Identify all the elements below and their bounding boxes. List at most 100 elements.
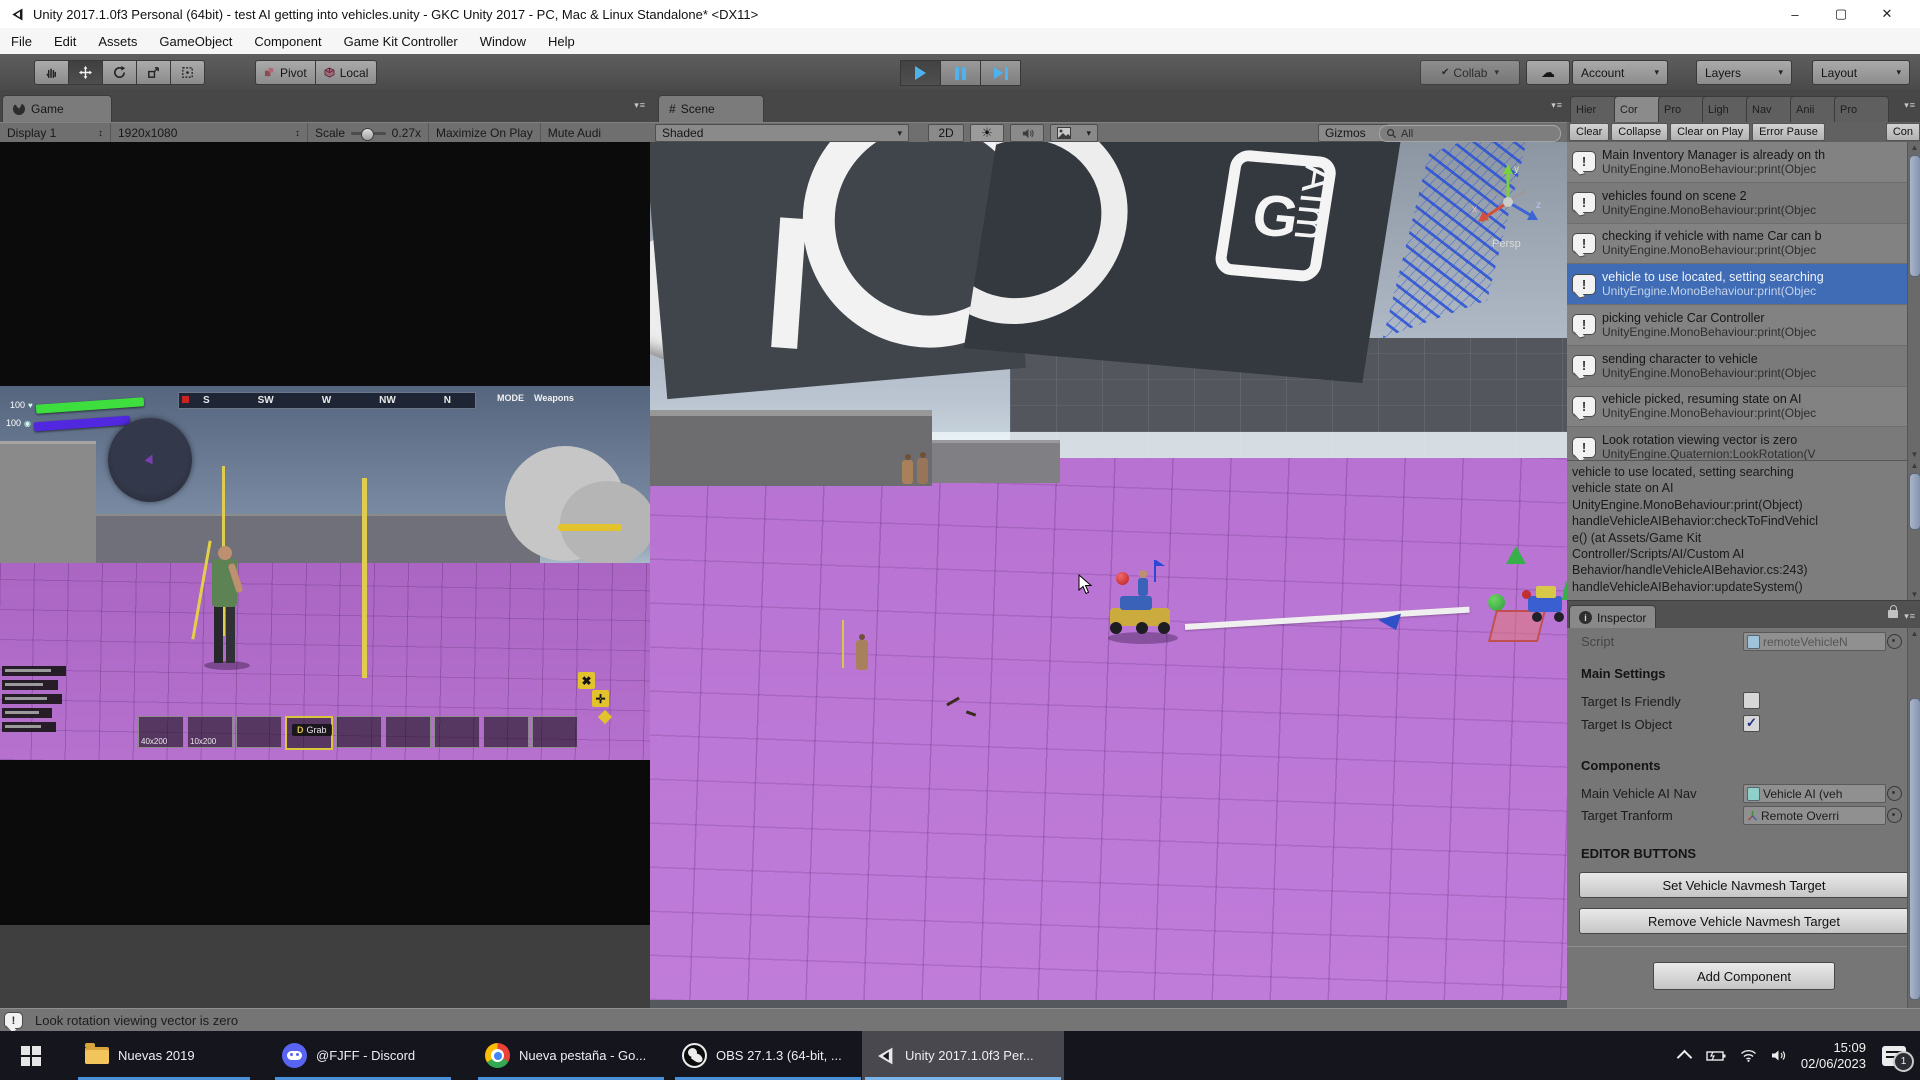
scene-orientation-gizmo[interactable]: y x z [1470, 160, 1546, 240]
clear-on-play-button[interactable]: Clear on Play [1670, 123, 1750, 141]
console-log-row[interactable]: ! vehicle picked, resuming state on AIUn… [1567, 387, 1907, 428]
wifi-icon[interactable] [1740, 1049, 1757, 1062]
detail-scrollbar[interactable]: ▲ ▼ [1907, 460, 1920, 600]
set-vehicle-navmesh-target-button[interactable]: Set Vehicle Navmesh Target [1579, 872, 1909, 898]
collapse-button[interactable]: Collapse [1611, 123, 1668, 141]
connected-player-button[interactable]: Con [1886, 123, 1920, 141]
account-dropdown[interactable]: Account ▾ [1572, 60, 1668, 85]
taskbar-item-explorer[interactable]: Nuevas 2019 [75, 1031, 253, 1080]
rotate-tool-button[interactable] [102, 60, 136, 85]
scroll-down-icon[interactable]: ▼ [1908, 589, 1920, 600]
menu-window[interactable]: Window [469, 28, 537, 54]
error-pause-button[interactable]: Error Pause [1752, 123, 1825, 141]
taskbar-item-obs[interactable]: OBS 27.1.3 (64-bit, ... [672, 1031, 864, 1080]
maximize-button[interactable]: ▢ [1818, 0, 1864, 28]
scroll-up-icon[interactable]: ▲ [1908, 628, 1920, 639]
inspector-scrollbar[interactable]: ▲ [1907, 628, 1920, 1008]
play-button[interactable] [900, 60, 940, 86]
clear-button[interactable]: Clear [1569, 123, 1609, 141]
remove-vehicle-navmesh-target-button[interactable]: Remove Vehicle Navmesh Target [1579, 908, 1909, 934]
collab-dropdown[interactable]: ✔ Collab ▾ [1420, 60, 1520, 85]
move-tool-button[interactable] [68, 60, 102, 85]
status-bar[interactable]: ! Look rotation viewing vector is zero [0, 1008, 1920, 1032]
tab-inspector[interactable]: i Inspector [1569, 605, 1656, 629]
draw-mode-dropdown[interactable]: Shaded ▾ [655, 124, 909, 142]
inspector-scroll-thumb[interactable] [1909, 698, 1920, 1000]
rect-tool-button[interactable] [170, 60, 205, 85]
console-log-row[interactable]: ! Look rotation viewing vector is zeroUn… [1567, 427, 1907, 460]
console-log-row[interactable]: ! Main Inventory Manager is already on t… [1567, 142, 1907, 183]
start-button[interactable] [0, 1031, 62, 1080]
inspector-menu-icon[interactable]: ▾≡ [1904, 611, 1916, 622]
effects-dropdown[interactable]: ▾ [1050, 124, 1098, 142]
target-friendly-checkbox[interactable] [1743, 692, 1760, 709]
add-component-button[interactable]: Add Component [1653, 962, 1835, 990]
console-log-row-selected[interactable]: ! vehicle to use located, setting search… [1567, 264, 1907, 305]
console-log-row[interactable]: ! picking vehicle Car ControllerUnityEng… [1567, 305, 1907, 346]
maximize-on-play-toggle[interactable]: Maximize On Play [429, 123, 541, 143]
pause-button[interactable] [940, 60, 980, 86]
scale-slider[interactable] [351, 132, 386, 135]
local-toggle-button[interactable]: Local [315, 60, 378, 85]
taskbar-item-chrome[interactable]: Nueva pestaña - Go... [475, 1031, 667, 1080]
menu-gameobject[interactable]: GameObject [148, 28, 243, 54]
menu-game-kit-controller[interactable]: Game Kit Controller [333, 28, 469, 54]
console-log-row[interactable]: ! sending character to vehicleUnityEngin… [1567, 346, 1907, 387]
object-picker-icon[interactable] [1887, 808, 1902, 823]
taskbar-item-unity[interactable]: Unity 2017.1.0f3 Per... [862, 1031, 1064, 1080]
hand-tool-button[interactable] [34, 60, 68, 85]
battery-icon[interactable] [1706, 1050, 1726, 1062]
step-button[interactable] [980, 60, 1021, 86]
console-scroll-thumb[interactable] [1909, 155, 1920, 277]
minimize-button[interactable]: – [1772, 0, 1818, 28]
script-field[interactable]: remoteVehicleN [1743, 632, 1886, 651]
close-button[interactable]: ✕ [1864, 0, 1910, 28]
scroll-up-icon[interactable]: ▲ [1908, 460, 1920, 471]
scroll-down-icon[interactable]: ▼ [1908, 449, 1920, 460]
console-scrollbar[interactable]: ▲ ▼ [1907, 142, 1920, 460]
scene-search-field[interactable]: All [1379, 125, 1561, 142]
lock-icon[interactable] [1888, 610, 1898, 618]
pivot-toggle-button[interactable]: Pivot [255, 60, 315, 85]
console-panel-menu-icon[interactable]: ▾≡ [1904, 100, 1916, 111]
layers-dropdown[interactable]: Layers ▾ [1696, 60, 1792, 85]
mute-audio-toggle[interactable]: Mute Audi [541, 123, 608, 143]
object-picker-icon[interactable] [1887, 786, 1902, 801]
object-picker-icon[interactable] [1887, 634, 1902, 649]
scale-slider-knob[interactable] [361, 128, 374, 141]
speaker-tray-icon[interactable] [1771, 1049, 1787, 1062]
cloud-services-button[interactable]: ☁ [1526, 60, 1570, 85]
scroll-up-icon[interactable]: ▲ [1908, 142, 1920, 153]
action-center-icon[interactable]: 1 [1882, 1046, 1906, 1066]
display-selector[interactable]: Display 1 ↕ [0, 123, 111, 143]
scene-viewport[interactable]: G Aim [650, 142, 1567, 1008]
2d-toggle[interactable]: 2D [928, 124, 964, 142]
console-log-row[interactable]: ! checking if vehicle with name Car can … [1567, 224, 1907, 265]
game-viewport[interactable]: 100 ♥ 100 ◉ S SW W NW N MODE Weapons [0, 142, 650, 925]
menu-component[interactable]: Component [243, 28, 332, 54]
clock[interactable]: 15:09 02/06/2023 [1801, 1040, 1866, 1072]
gizmos-dropdown[interactable]: Gizmos ▾ [1318, 124, 1388, 142]
audio-toggle[interactable] [1010, 124, 1044, 142]
menu-edit[interactable]: Edit [43, 28, 87, 54]
menu-file[interactable]: File [0, 28, 43, 54]
resolution-selector[interactable]: 1920x1080 ↕ [111, 123, 308, 143]
menu-help[interactable]: Help [537, 28, 586, 54]
vehicle-ai-nav-field[interactable]: Vehicle AI (veh [1743, 784, 1886, 803]
tab-scene[interactable]: # Scene [658, 95, 764, 122]
game-panel-menu-icon[interactable]: ▾≡ [634, 100, 646, 111]
target-transform-field[interactable]: Remote Overri [1743, 806, 1886, 825]
target-object-checkbox[interactable]: ✓ [1743, 715, 1760, 732]
menu-assets[interactable]: Assets [87, 28, 148, 54]
tab-game[interactable]: Game [2, 95, 112, 122]
taskbar-item-discord[interactable]: @FJFF - Discord [272, 1031, 454, 1080]
layout-dropdown[interactable]: Layout ▾ [1812, 60, 1910, 85]
perspective-label[interactable]: Persp [1492, 238, 1521, 250]
scene-panel-menu-icon[interactable]: ▾≡ [1551, 100, 1563, 111]
detail-scroll-thumb[interactable] [1909, 473, 1920, 530]
tray-expand-icon[interactable] [1677, 1050, 1693, 1066]
lighting-toggle[interactable]: ☀ [970, 124, 1004, 142]
tab-profiler[interactable]: Pro [1834, 96, 1889, 122]
console-detail-pane[interactable]: vehicle to use located, setting searchin… [1567, 460, 1912, 604]
scale-tool-button[interactable] [136, 60, 170, 85]
